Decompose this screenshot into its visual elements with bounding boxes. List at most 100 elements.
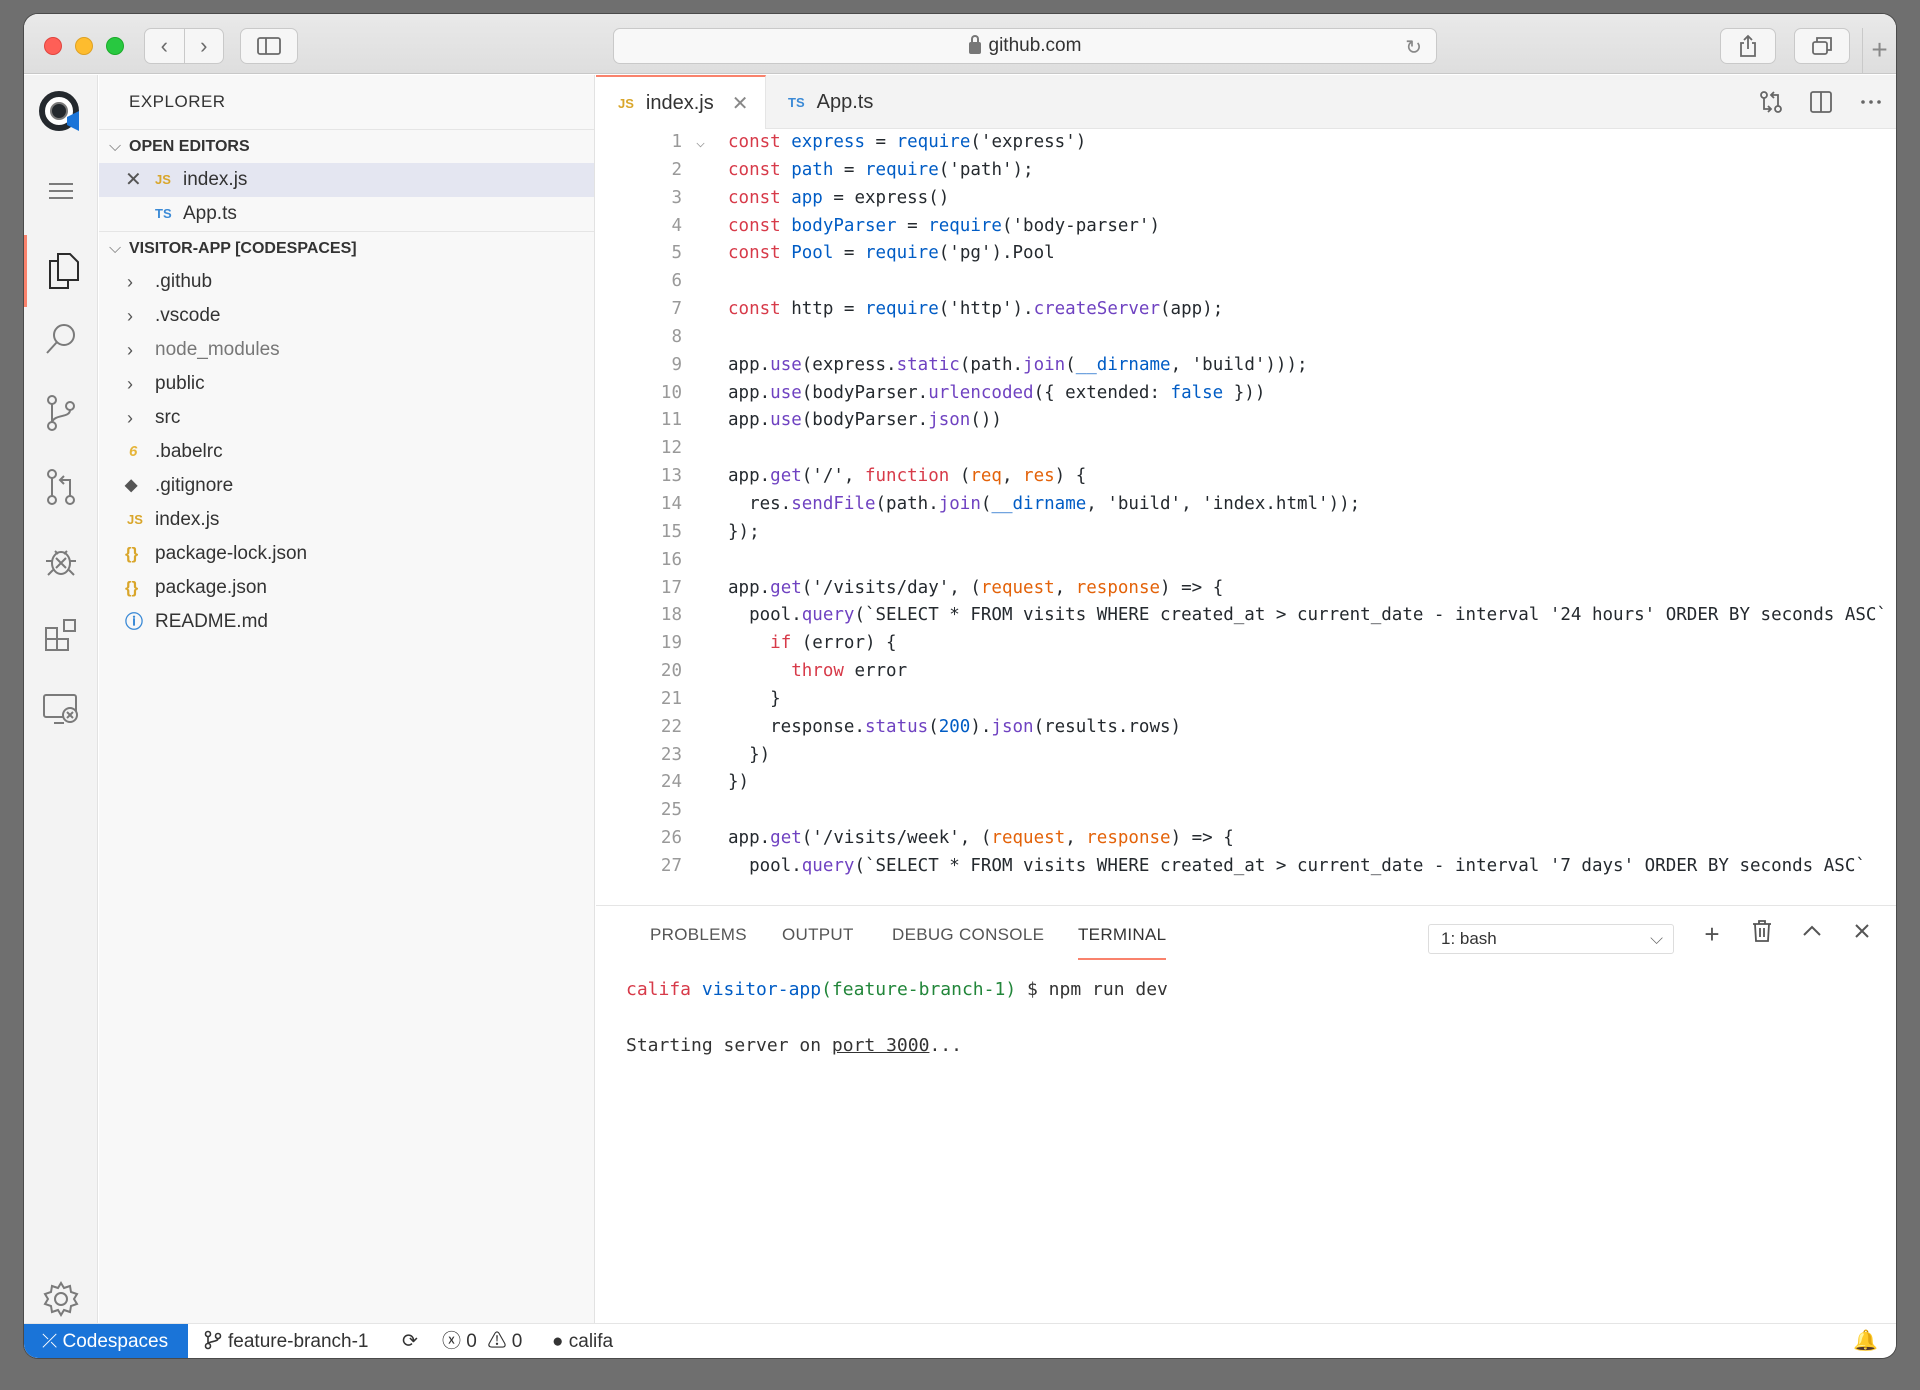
folder-item[interactable]: › node_modules: [99, 333, 594, 367]
open-editor-item[interactable]: TS App.ts: [99, 197, 594, 231]
chevron-down-icon: ⌵: [109, 240, 122, 257]
code-line: 12: [596, 435, 1896, 463]
project-folder-header[interactable]: ⌵ VISITOR-APP [CODESPACES]: [99, 231, 594, 265]
remote-icon: ⤫: [42, 1331, 58, 1352]
folder-label: src: [155, 407, 181, 428]
close-icon[interactable]: ✕: [732, 91, 749, 116]
folder-item[interactable]: › .vscode: [99, 299, 594, 333]
file-item[interactable]: {} package.json: [99, 571, 594, 605]
code-editor[interactable]: 1 ⌵ const express = require('express') 2 co…: [596, 129, 1896, 905]
terminal-output[interactable]: califa visitor-app(feature-branch-1) $ n…: [626, 976, 1168, 1060]
back-button[interactable]: ‹: [145, 29, 185, 63]
line-number: 2: [671, 159, 682, 180]
editor-actions: [1758, 89, 1884, 115]
javascript-file-icon: JS: [127, 512, 143, 527]
remote-explorer-view-button[interactable]: [24, 679, 98, 739]
account-indicator[interactable]: ● califa: [552, 1324, 613, 1358]
remote-indicator[interactable]: ⤫ Codespaces: [24, 1324, 188, 1358]
tab-label: index.js: [645, 91, 714, 114]
folder-label: .github: [155, 271, 213, 292]
tab-terminal[interactable]: TERMINAL: [1078, 906, 1167, 960]
file-item[interactable]: {} package-lock.json: [99, 537, 594, 571]
github-vscode-logo: [24, 81, 98, 145]
line-number: 12: [660, 438, 682, 459]
bug-icon: [46, 550, 76, 576]
terminal-select[interactable]: 1: bash ⌵: [1428, 924, 1674, 954]
explorer-view-button[interactable]: [24, 235, 98, 307]
search-view-button[interactable]: [24, 309, 98, 369]
file-item[interactable]: JS index.js: [99, 503, 594, 537]
prompt-branch: (feature-branch-1): [821, 979, 1017, 1000]
folder-item[interactable]: › src: [99, 401, 594, 435]
file-item[interactable]: ◆ .gitignore: [99, 469, 594, 503]
tab-debug-console[interactable]: DEBUG CONSOLE: [892, 906, 1044, 964]
zoom-window-button[interactable]: [106, 37, 124, 55]
new-tab-button[interactable]: +: [1862, 28, 1896, 74]
new-terminal-icon[interactable]: +: [1698, 919, 1726, 950]
compare-changes-icon[interactable]: [1758, 89, 1784, 115]
code-line: 7 const http = require('http').createServ…: [596, 296, 1896, 324]
reload-icon[interactable]: ↻: [1405, 35, 1422, 60]
debug-view-button[interactable]: [24, 531, 98, 591]
code-line: 25: [596, 797, 1896, 825]
tab-problems[interactable]: PROBLEMS: [650, 906, 747, 964]
minimize-window-button[interactable]: [75, 37, 93, 55]
editor-tab-bar: JS index.js ✕ TS App.ts: [596, 75, 1896, 129]
port-link[interactable]: port 3000: [832, 1035, 930, 1056]
code-line: 6: [596, 268, 1896, 296]
menu-button[interactable]: [24, 161, 98, 221]
forward-button[interactable]: ›: [185, 29, 224, 63]
show-tabs-button[interactable]: [1794, 28, 1850, 64]
chevron-right-icon: ›: [127, 408, 133, 428]
trash-icon[interactable]: [1748, 919, 1776, 950]
settings-button[interactable]: [24, 1269, 98, 1329]
folder-item[interactable]: › .github: [99, 265, 594, 299]
typescript-file-icon: TS: [788, 94, 805, 110]
line-number: 20: [660, 661, 682, 682]
file-item[interactable]: 6 .babelrc: [99, 435, 594, 469]
code-line: 4 const bodyParser = require('body-parser…: [596, 213, 1896, 241]
split-editor-icon[interactable]: [1808, 89, 1834, 115]
extensions-view-button[interactable]: [24, 605, 98, 665]
close-window-button[interactable]: [44, 37, 62, 55]
open-editor-item[interactable]: ✕ JS index.js: [99, 163, 594, 197]
source-control-view-button[interactable]: [24, 383, 98, 443]
terminal-select-value: 1: bash: [1441, 929, 1497, 948]
branch-indicator[interactable]: feature-branch-1: [204, 1324, 368, 1358]
tab-output[interactable]: OUTPUT: [782, 906, 854, 964]
close-icon[interactable]: [1848, 919, 1876, 950]
warning-count: 0: [511, 1331, 523, 1352]
folder-item[interactable]: › public: [99, 367, 594, 401]
address-bar[interactable]: github.com ↻: [613, 28, 1437, 64]
code-line: 3 const app = express(): [596, 185, 1896, 213]
file-label: README.md: [155, 611, 268, 632]
file-item[interactable]: ⓘ README.md: [99, 605, 594, 639]
line-number: 8: [671, 326, 682, 347]
sync-icon[interactable]: ⟳: [402, 1324, 418, 1358]
line-number: 4: [671, 215, 682, 236]
line-number: 22: [660, 716, 682, 737]
folder-label: node_modules: [155, 339, 280, 360]
chevron-up-icon[interactable]: [1798, 919, 1826, 950]
bell-icon[interactable]: 🔔: [1853, 1324, 1878, 1358]
share-button[interactable]: [1720, 28, 1776, 64]
code-line: 13 app.get('/', function (req, res) {: [596, 463, 1896, 491]
sidebar-toggle-button[interactable]: [240, 28, 298, 64]
terminal-prompt-line: califa visitor-app(feature-branch-1) $ n…: [626, 976, 1168, 1004]
branch-label: feature-branch-1: [228, 1331, 369, 1352]
code-line: 26 app.get('/visits/week', (request, resp…: [596, 825, 1896, 853]
code-line: 9 app.use(express.static(path.join(__dirn…: [596, 352, 1896, 380]
extensions-icon: [45, 619, 76, 651]
pull-requests-view-button[interactable]: [24, 457, 98, 517]
open-editors-header[interactable]: ⌵ OPEN EDITORS: [99, 129, 594, 163]
chevron-down-icon[interactable]: ⌵: [696, 129, 705, 157]
line-number: 14: [660, 493, 682, 514]
close-icon[interactable]: ✕: [125, 163, 142, 197]
problems-indicator[interactable]: ⓧ 0 ⚠ 0: [442, 1324, 522, 1358]
javascript-file-icon: JS: [155, 172, 171, 187]
line-number: 27: [660, 855, 682, 876]
line-number: 3: [671, 187, 682, 208]
tab-app-ts[interactable]: TS App.ts: [766, 75, 906, 129]
more-actions-icon[interactable]: [1858, 89, 1884, 115]
tab-index-js[interactable]: JS index.js ✕: [596, 75, 766, 129]
